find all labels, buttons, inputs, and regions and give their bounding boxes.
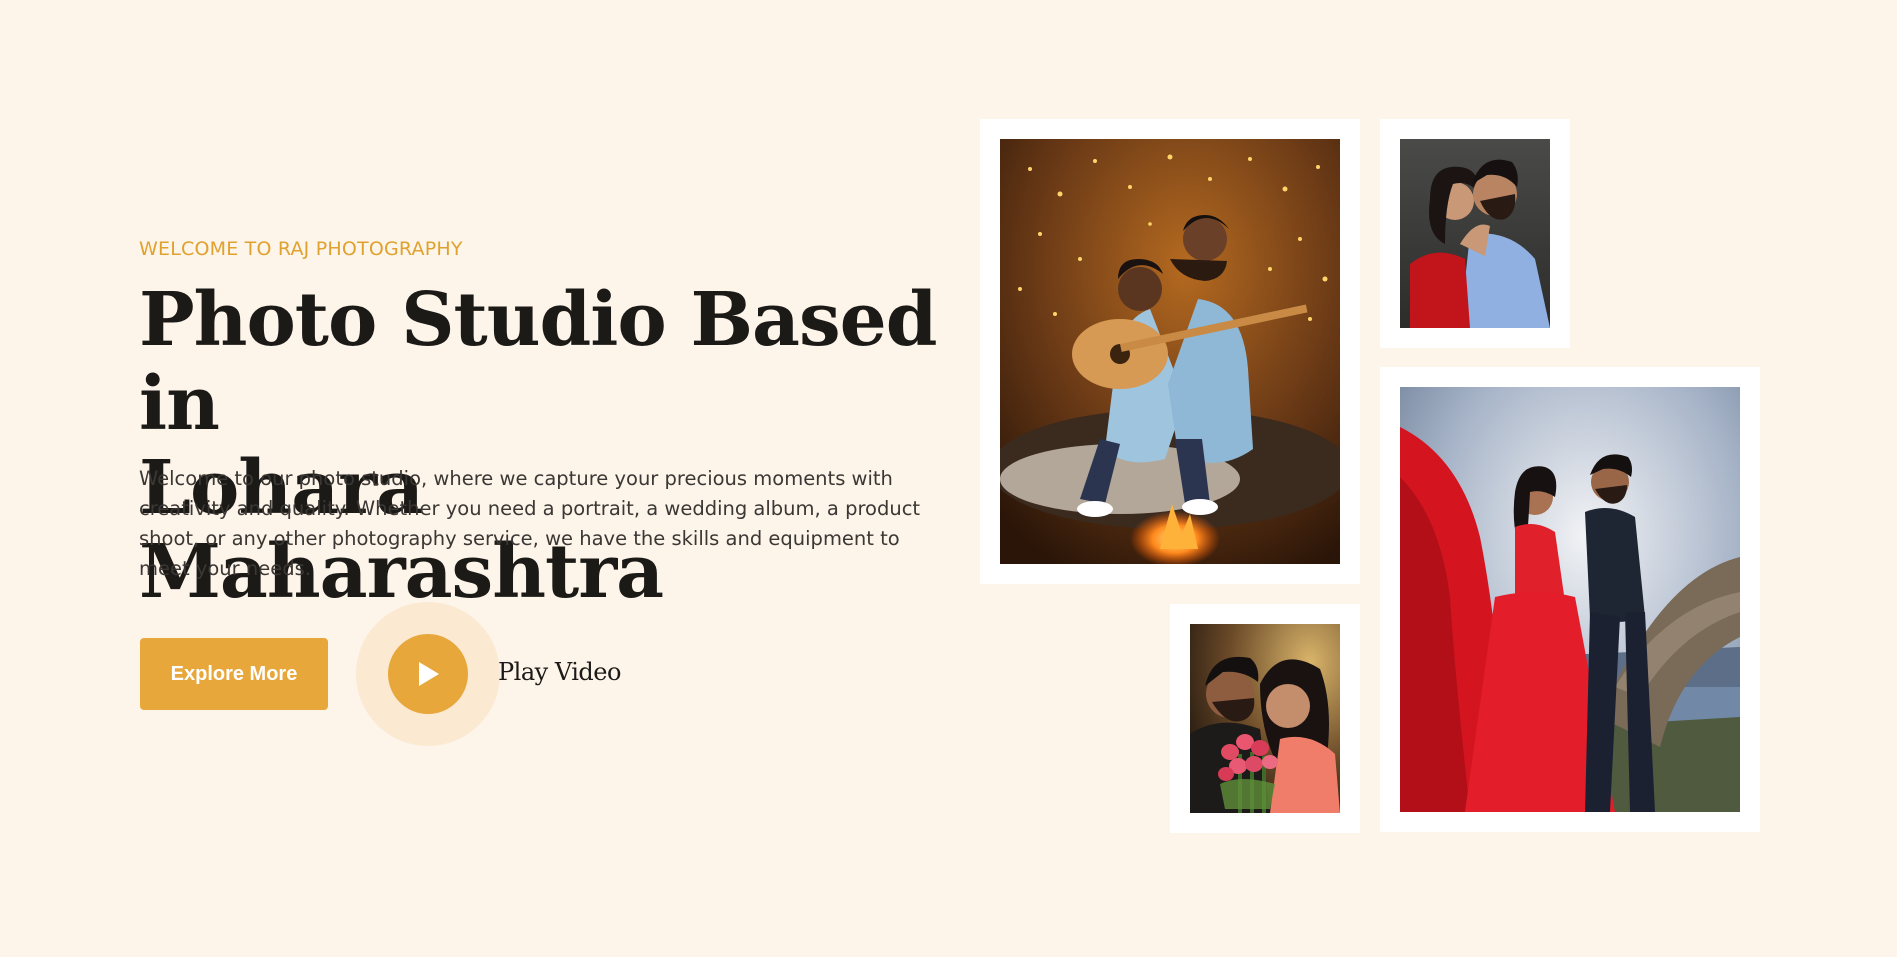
couple-guitar-campfire-photo (1000, 139, 1340, 564)
photo-frame-3 (1380, 367, 1760, 832)
play-button-circle[interactable] (388, 634, 468, 714)
couple-embrace-photo (1400, 139, 1550, 328)
play-video-label[interactable]: Play Video (498, 658, 621, 686)
photo-frame-2 (1380, 119, 1570, 348)
couple-red-gown-photo (1400, 387, 1740, 812)
photo-frame-1 (980, 119, 1360, 584)
hero-description: Welcome to our photo studio, where we ca… (139, 467, 921, 580)
hero-title-line-1: Photo Studio Based in (139, 277, 937, 447)
couple-roses-photo (1190, 624, 1340, 813)
play-video-button[interactable] (356, 602, 500, 746)
photo-frame-4 (1170, 604, 1360, 833)
hero-subtitle: WELCOME TO RAJ PHOTOGRAPHY (139, 238, 463, 260)
play-icon (419, 662, 439, 686)
explore-more-button[interactable]: Explore More (140, 638, 328, 710)
hero-section: WELCOME TO RAJ PHOTOGRAPHY Photo Studio … (0, 0, 1897, 957)
